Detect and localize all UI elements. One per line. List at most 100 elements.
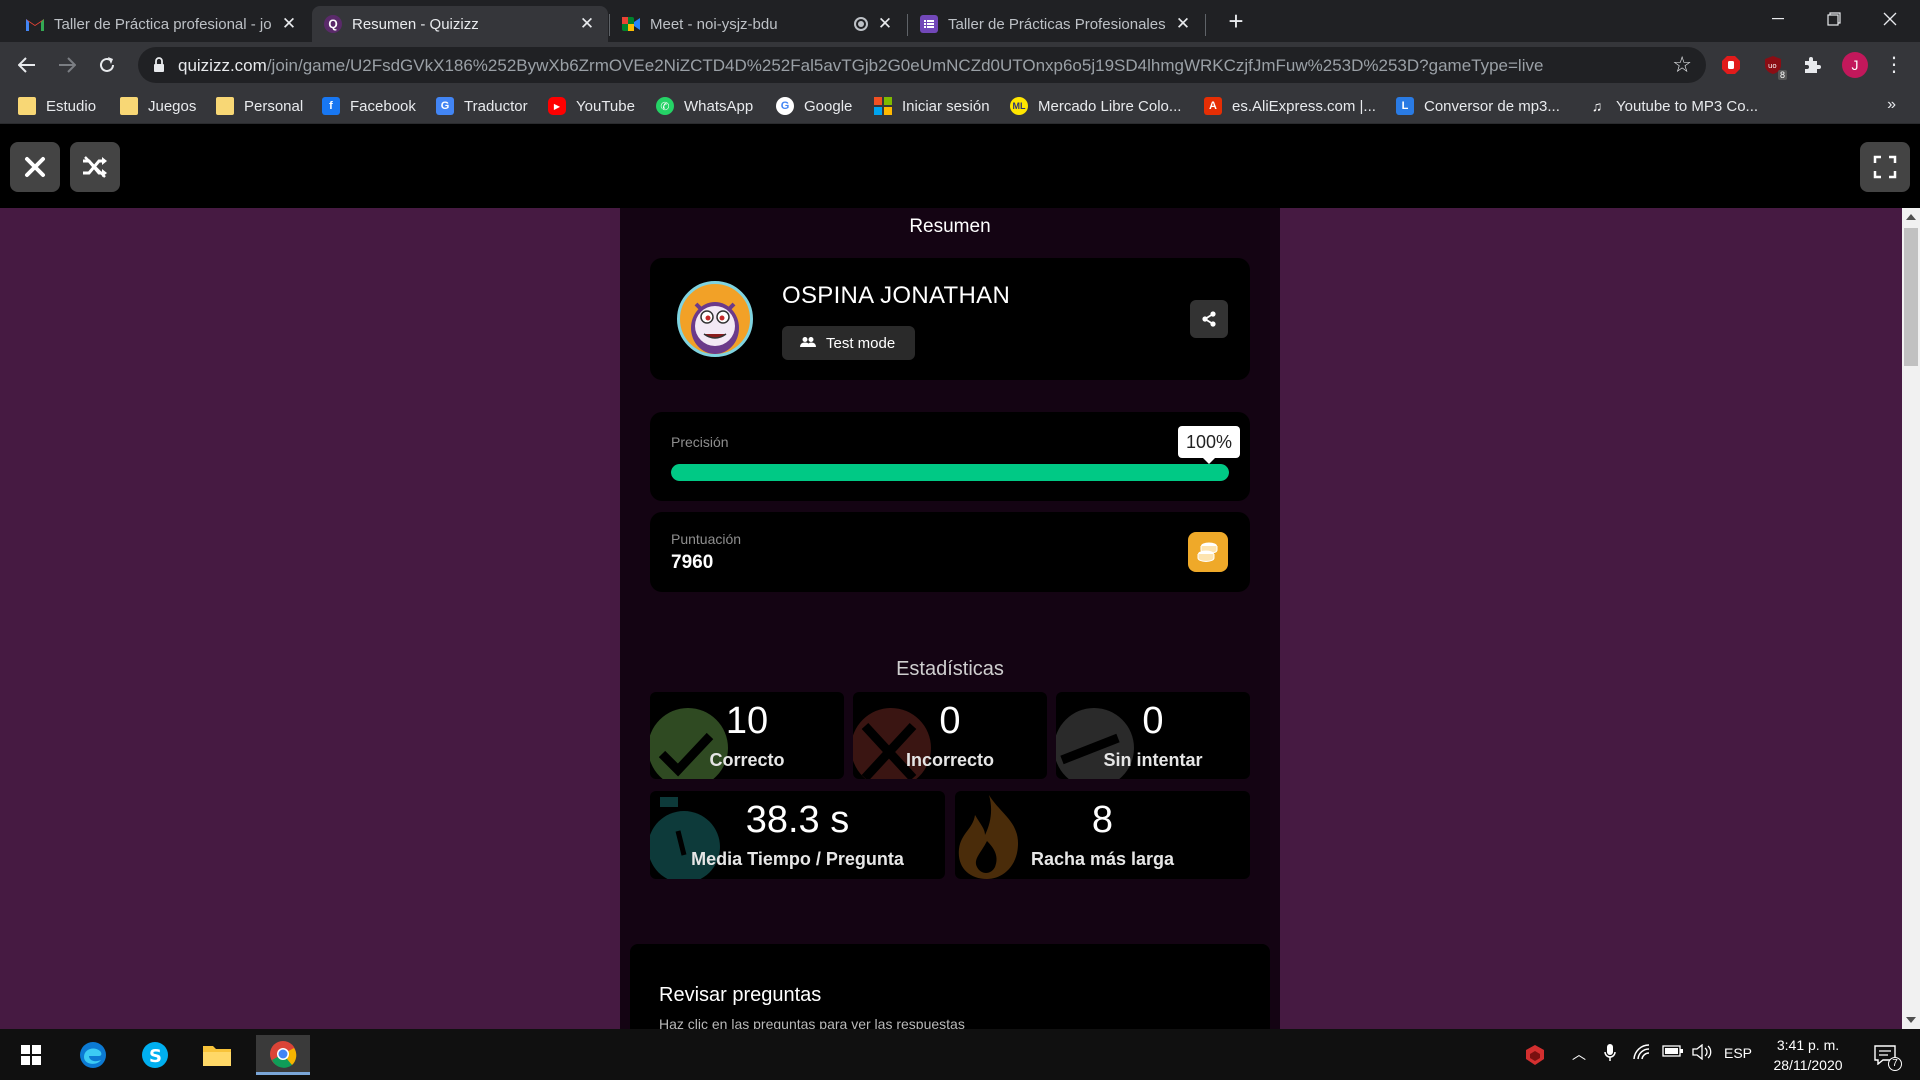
whatsapp-icon: ✆ bbox=[656, 97, 674, 115]
minimize-button[interactable] bbox=[1750, 0, 1806, 38]
scroll-down-arrow[interactable] bbox=[1906, 1017, 1916, 1023]
clock-date: 28/11/2020 bbox=[1773, 1057, 1843, 1073]
recording-icon bbox=[854, 17, 868, 31]
adblock-extension-icon[interactable] bbox=[1720, 54, 1742, 76]
gmail-icon bbox=[26, 15, 44, 33]
notifications-button[interactable]: 7 bbox=[1862, 1035, 1908, 1075]
back-button[interactable] bbox=[12, 50, 42, 80]
stat-incorrect-value: 0 bbox=[939, 700, 961, 742]
start-button[interactable] bbox=[8, 1035, 54, 1075]
close-window-button[interactable] bbox=[1862, 0, 1918, 38]
bookmark-personal[interactable]: Personal bbox=[216, 95, 303, 117]
microsoft-icon bbox=[874, 97, 892, 115]
bookmark-mercadolibre[interactable]: ML Mercado Libre Colo... bbox=[1010, 95, 1181, 117]
bookmark-label: Youtube to MP3 Co... bbox=[1616, 97, 1759, 115]
close-tab-icon[interactable]: ✕ bbox=[1174, 15, 1192, 33]
bookmark-whatsapp[interactable]: ✆ WhatsApp bbox=[656, 95, 753, 117]
bookmark-juegos[interactable]: Juegos bbox=[120, 95, 196, 117]
summary-heading: Resumen bbox=[909, 216, 991, 237]
new-tab-button[interactable]: + bbox=[1222, 8, 1250, 36]
bookmark-estudio[interactable]: Estudio bbox=[18, 95, 96, 117]
facebook-icon: f bbox=[322, 97, 340, 115]
reload-button[interactable] bbox=[92, 50, 122, 80]
bookmark-traductor[interactable]: G Traductor bbox=[436, 95, 528, 117]
bookmarks-overflow-icon[interactable]: » bbox=[1887, 96, 1896, 114]
extensions-puzzle-icon[interactable] bbox=[1801, 54, 1823, 76]
profile-avatar[interactable]: J bbox=[1842, 52, 1868, 78]
chrome-taskbar-button[interactable] bbox=[256, 1035, 310, 1075]
mercadolibre-icon: ML bbox=[1010, 97, 1028, 115]
restore-button[interactable] bbox=[1806, 0, 1862, 38]
translate-icon: G bbox=[436, 97, 454, 115]
meet-icon bbox=[622, 15, 640, 33]
no-music-button[interactable] bbox=[70, 142, 120, 192]
url-text[interactable]: quizizz.com/join/game/U2FsdGVkX186%252By… bbox=[178, 56, 1658, 76]
stat-streak: 8 Racha más larga bbox=[955, 791, 1250, 879]
exit-button[interactable] bbox=[10, 142, 60, 192]
stats-heading: Estadísticas bbox=[896, 658, 1004, 680]
file-explorer-taskbar-button[interactable] bbox=[194, 1035, 240, 1075]
scroll-thumb[interactable] bbox=[1904, 228, 1918, 366]
forward-button[interactable] bbox=[52, 50, 82, 80]
bookmark-conversor[interactable]: L Conversor de mp3... bbox=[1396, 95, 1560, 117]
share-button[interactable] bbox=[1190, 300, 1228, 338]
bookmark-label: Mercado Libre Colo... bbox=[1038, 97, 1182, 115]
bookmark-facebook[interactable]: f Facebook bbox=[322, 95, 416, 117]
bookmark-label: Google bbox=[804, 97, 853, 115]
scroll-up-arrow[interactable] bbox=[1906, 214, 1916, 220]
coins-button[interactable] bbox=[1188, 532, 1228, 572]
show-hidden-icons-chevron[interactable]: ︿ bbox=[1572, 1044, 1586, 1064]
folder-icon bbox=[216, 97, 234, 115]
close-tab-icon[interactable]: ✕ bbox=[280, 15, 298, 33]
bookmark-google[interactable]: G Google bbox=[776, 95, 852, 117]
shuffle-off-icon bbox=[83, 156, 107, 178]
lock-icon bbox=[154, 57, 164, 72]
bookmark-aliexpress[interactable]: Aes.AliExpress.com |... bbox=[1204, 95, 1376, 117]
system-clock[interactable]: 3:41 p. m. 28/11/2020 bbox=[1766, 1035, 1850, 1075]
volume-icon[interactable] bbox=[1692, 1043, 1712, 1063]
tab-gmail[interactable]: Taller de Práctica profesional - jo ✕ bbox=[14, 6, 310, 42]
wifi-icon[interactable] bbox=[1633, 1044, 1651, 1063]
player-avatar bbox=[677, 281, 753, 357]
windows-icon bbox=[21, 1045, 41, 1065]
mode-label: Test mode bbox=[826, 334, 896, 352]
ublock-extension-icon[interactable]: uo 8 bbox=[1762, 54, 1787, 80]
bookmark-star-icon[interactable]: ☆ bbox=[1672, 52, 1692, 78]
close-tab-icon[interactable]: ✕ bbox=[876, 15, 894, 33]
microphone-icon[interactable] bbox=[1604, 1044, 1616, 1065]
close-tab-icon[interactable]: ✕ bbox=[578, 15, 596, 33]
edge-taskbar-button[interactable] bbox=[70, 1035, 116, 1075]
antivirus-tray-icon[interactable] bbox=[1512, 1035, 1558, 1075]
coins-icon bbox=[1197, 542, 1218, 562]
stat-correct-label: Correcto bbox=[709, 750, 785, 770]
bookmarks-bar: Estudio Juegos Personal f Facebook G Tradu… bbox=[0, 88, 1920, 124]
review-questions-card[interactable]: Revisar preguntas Haz clic en las pregun… bbox=[630, 944, 1270, 1029]
tab-forms[interactable]: Taller de Prácticas Profesionales 2 ✕ bbox=[908, 6, 1204, 42]
folder-icon bbox=[120, 97, 138, 115]
youtube-icon: ▶ bbox=[548, 97, 566, 115]
input-language[interactable]: ESP bbox=[1724, 1045, 1752, 1061]
player-name: OSPINA JONATHAN bbox=[782, 282, 1011, 309]
bookmark-youtube[interactable]: ▶ YouTube bbox=[548, 95, 635, 117]
page-scrollbar[interactable] bbox=[1902, 208, 1920, 1029]
tab-quizizz[interactable]: Q Resumen - Quizizz ✕ bbox=[312, 6, 608, 42]
review-subtitle: Haz clic en las preguntas para ver las r… bbox=[659, 1016, 965, 1029]
skype-taskbar-button[interactable]: S bbox=[132, 1035, 178, 1075]
bookmark-iniciar-sesion[interactable]: Iniciar sesión bbox=[874, 95, 990, 117]
aliexpress-icon: A bbox=[1204, 97, 1222, 115]
svg-text:uo: uo bbox=[1768, 62, 1777, 70]
stat-streak-label: Racha más larga bbox=[1030, 849, 1175, 869]
music-icon: ♫ bbox=[1591, 98, 1603, 114]
stat-unattempted-value: 0 bbox=[1142, 700, 1164, 742]
tab-strip: Taller de Práctica profesional - jo ✕ Q … bbox=[0, 0, 1920, 42]
tab-separator bbox=[1205, 14, 1206, 36]
browser-toolbar: quizizz.com/join/game/U2FsdGVkX186%252By… bbox=[0, 42, 1920, 88]
tab-meet[interactable]: Meet - noi-ysjz-bdu ✕ bbox=[610, 6, 906, 42]
browser-menu-icon[interactable]: ⋮ bbox=[1884, 52, 1904, 78]
address-bar[interactable]: quizizz.com/join/game/U2FsdGVkX186%252By… bbox=[138, 47, 1706, 83]
battery-icon[interactable] bbox=[1662, 1044, 1684, 1061]
score-card: Puntuación 7960 bbox=[650, 512, 1250, 592]
fullscreen-button[interactable] bbox=[1860, 142, 1910, 192]
bookmark-label: Estudio bbox=[46, 97, 97, 115]
bookmark-youtube-mp3[interactable]: ♫ Youtube to MP3 Co... bbox=[1588, 95, 1758, 117]
